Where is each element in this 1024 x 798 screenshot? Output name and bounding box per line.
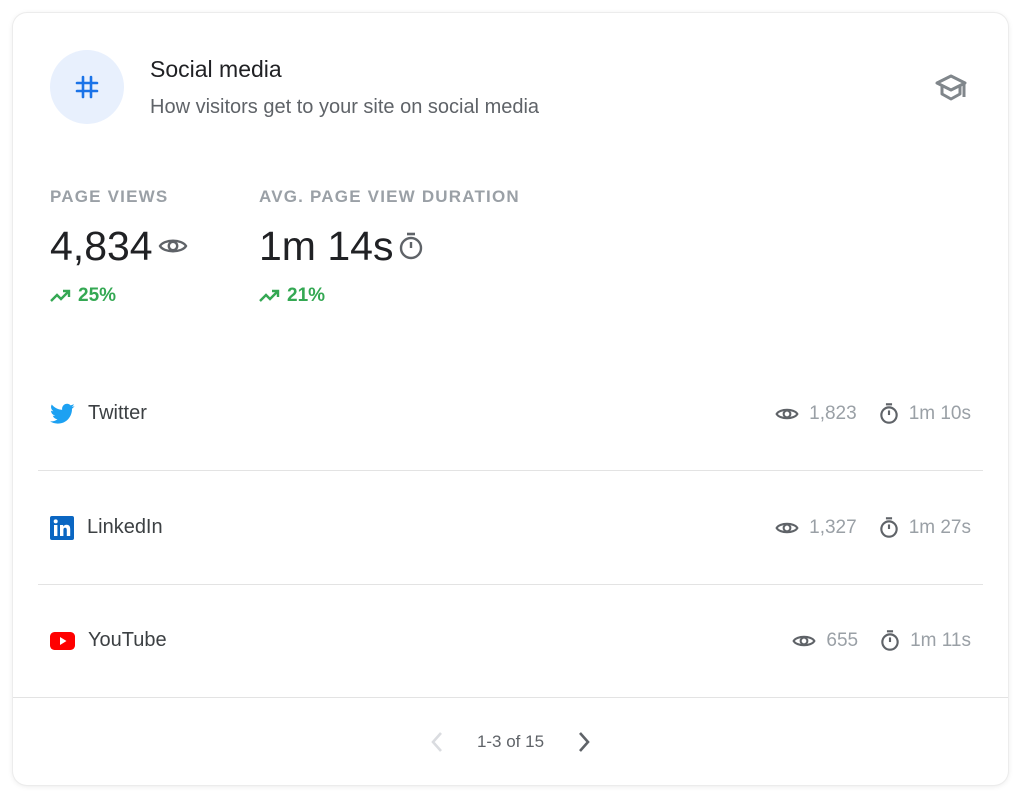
metric-change: 25% [50,285,188,307]
stopwatch-icon [400,232,423,260]
metric-label: PAGE VIEWS [50,187,169,206]
card-title: Social media [150,56,282,82]
pagination: 1-3 of 15 [13,697,1008,785]
source-duration: 1m 11s [910,629,971,651]
source-row-linkedin[interactable]: LinkedIn 1,327 1m 27s [38,471,983,585]
graduation-cap-icon [935,74,967,101]
social-media-card: Social media How visitors get to your si… [13,13,1008,785]
chevron-left-icon [431,732,442,752]
source-name: LinkedIn [87,516,163,538]
eye-icon [158,239,187,253]
source-duration: 1m 27s [908,516,971,538]
eye-icon [775,408,799,419]
stopwatch-icon [879,403,898,424]
chevron-right-icon [579,732,590,752]
source-name: YouTube [88,629,167,651]
source-name: Twitter [88,402,147,424]
next-page-button[interactable] [570,728,598,756]
metric-change-value: 25% [78,285,117,306]
source-views: 655 [826,629,859,651]
pagination-label: 1-3 of 15 [476,732,545,751]
metric-change: 21% [259,285,520,307]
metric-value: 1m 14s [259,223,394,269]
metric-label: AVG. PAGE VIEW DURATION [259,187,520,206]
metric-page-views: PAGE VIEWS 4,834 25% [50,187,188,307]
hashtag-icon-badge [50,50,124,124]
trending-up-icon [259,289,280,302]
stopwatch-icon [879,517,898,538]
source-row-twitter[interactable]: Twitter 1,823 1m 10s [38,357,983,471]
learn-more-button[interactable] [933,70,969,106]
card-subtitle: How visitors get to your site on social … [150,96,540,118]
source-views: 1,327 [809,516,857,538]
linkedin-icon [50,515,74,540]
source-duration: 1m 10s [908,402,971,424]
source-views: 1,823 [809,402,857,424]
twitter-icon [50,403,75,424]
hashtag-icon [75,75,99,99]
metric-value: 4,834 [50,223,153,269]
youtube-icon [50,631,75,650]
previous-page-button[interactable] [423,728,451,756]
trending-up-icon [50,289,71,302]
metric-change-value: 21% [287,285,326,306]
eye-icon [792,635,816,646]
stopwatch-icon [881,630,899,651]
metric-avg-duration: AVG. PAGE VIEW DURATION 1m 14s 21% [259,187,520,307]
source-row-youtube[interactable]: YouTube 655 1m 11s [38,584,983,697]
eye-icon [775,522,799,533]
